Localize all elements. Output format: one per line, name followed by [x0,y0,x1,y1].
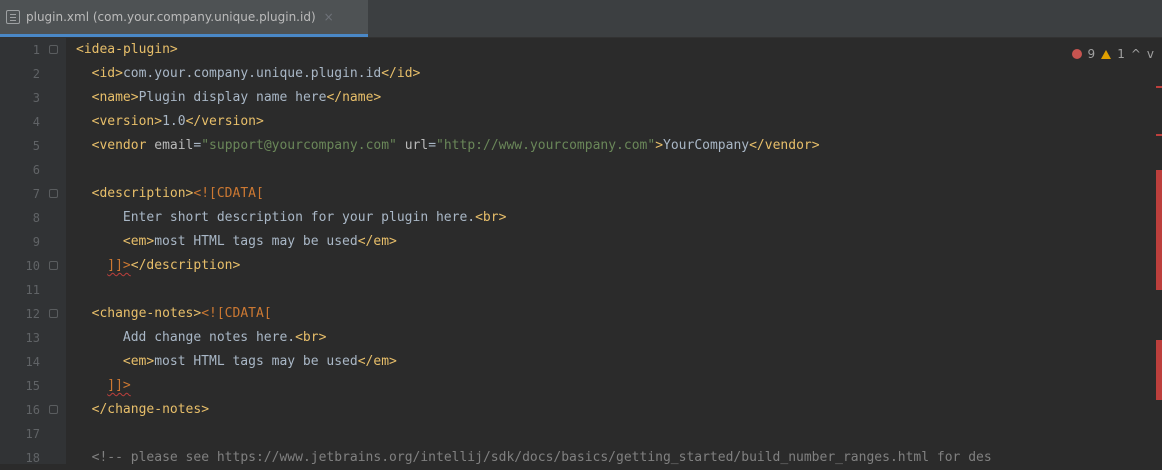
previous-highlight-icon[interactable]: ^ [1131,47,1141,61]
line-number: 12 [25,307,40,321]
line-number: 9 [32,235,40,249]
code-line[interactable]: 7 <description><![CDATA[ [0,182,1096,206]
code-line[interactable]: 3 <name>Plugin display name here</name> [0,86,1096,110]
code-line[interactable]: 6 [0,158,1096,182]
line-number: 8 [32,211,40,225]
line-number: 1 [32,43,40,57]
editor-tab-bar: plugin.xml (com.your.company.unique.plug… [0,0,1162,38]
code-line[interactable]: 8 Enter short description for your plugin… [0,206,1096,230]
fold-marker-icon[interactable] [49,405,58,414]
code-line[interactable]: 12 <change-notes><![CDATA[ [0,302,1096,326]
close-tab-icon[interactable]: × [324,10,334,24]
error-stripe-mark[interactable] [1156,134,1162,136]
line-number: 17 [25,427,40,441]
error-stripe-mark[interactable] [1156,170,1162,290]
code-text: <em>most HTML tags may be used</em> [122,354,397,369]
code-line[interactable]: 18 <!-- please see https://www.jetbrains.… [0,446,1096,470]
code-text: <em>most HTML tags may be used</em> [122,234,397,249]
code-line[interactable]: 5 <vendor email="support@yourcompany.com"… [0,134,1096,158]
code-text: <change-notes><![CDATA[ [91,306,272,321]
warning-icon [1101,49,1112,59]
fold-marker-icon[interactable] [49,45,58,54]
code-line[interactable]: 17 [0,422,1096,446]
code-line[interactable]: 13 Add change notes here.<br> [0,326,1096,350]
line-number: 6 [32,163,40,177]
code-text: <!-- please see https://www.jetbrains.or… [91,450,992,465]
error-stripe-mark[interactable] [1156,86,1162,88]
code-line[interactable]: 11 [0,278,1096,302]
code-text: <description><![CDATA[ [91,186,264,201]
warning-count: 1 [1117,47,1125,61]
code-text: <vendor email="support@yourcompany.com" … [91,138,820,153]
line-number: 15 [25,379,40,393]
code-text: Add change notes here.<br> [122,330,327,345]
code-text: <idea-plugin> [76,42,178,57]
xml-file-icon [6,10,20,24]
tab-plugin-xml[interactable]: plugin.xml (com.your.company.unique.plug… [0,0,368,37]
code-line[interactable]: 9 <em>most HTML tags may be used</em> [0,230,1096,254]
code-line[interactable]: 10 ]]></description> [0,254,1096,278]
fold-marker-icon[interactable] [49,261,58,270]
next-highlight-icon[interactable]: v [1147,47,1154,61]
line-number: 16 [25,403,40,417]
line-number: 13 [25,331,40,345]
code-text: </change-notes> [91,402,210,417]
line-number: 10 [25,259,40,273]
code-line[interactable]: 16 </change-notes> [0,398,1096,422]
line-number: 18 [25,451,40,465]
line-number: 3 [32,91,40,105]
code-text: ]]> [107,378,131,393]
code-line[interactable]: 2 <id>com.your.company.unique.plugin.id</… [0,62,1096,86]
line-number: 7 [32,187,40,201]
code-line[interactable]: 1 <idea-plugin> [0,38,1096,62]
code-text: <id>com.your.company.unique.plugin.id</i… [91,66,421,81]
error-stripe-mark[interactable] [1156,340,1162,400]
code-line[interactable]: 14 <em>most HTML tags may be used</em> [0,350,1096,374]
tab-title: plugin.xml (com.your.company.unique.plug… [26,10,316,24]
code-line[interactable]: 4 <version>1.0</version> [0,110,1096,134]
code-text: Enter short description for your plugin … [122,210,507,225]
line-number: 14 [25,355,40,369]
line-number: 2 [32,67,40,81]
code-line[interactable]: 15 ]]> [0,374,1096,398]
line-number: 11 [25,283,40,297]
line-number: 5 [32,139,40,153]
code-text: <name>Plugin display name here</name> [91,90,382,105]
line-number: 4 [32,115,40,129]
fold-marker-icon[interactable] [49,309,58,318]
fold-marker-icon[interactable] [49,189,58,198]
code-text: ]]></description> [107,258,241,273]
code-text: <version>1.0</version> [91,114,264,129]
